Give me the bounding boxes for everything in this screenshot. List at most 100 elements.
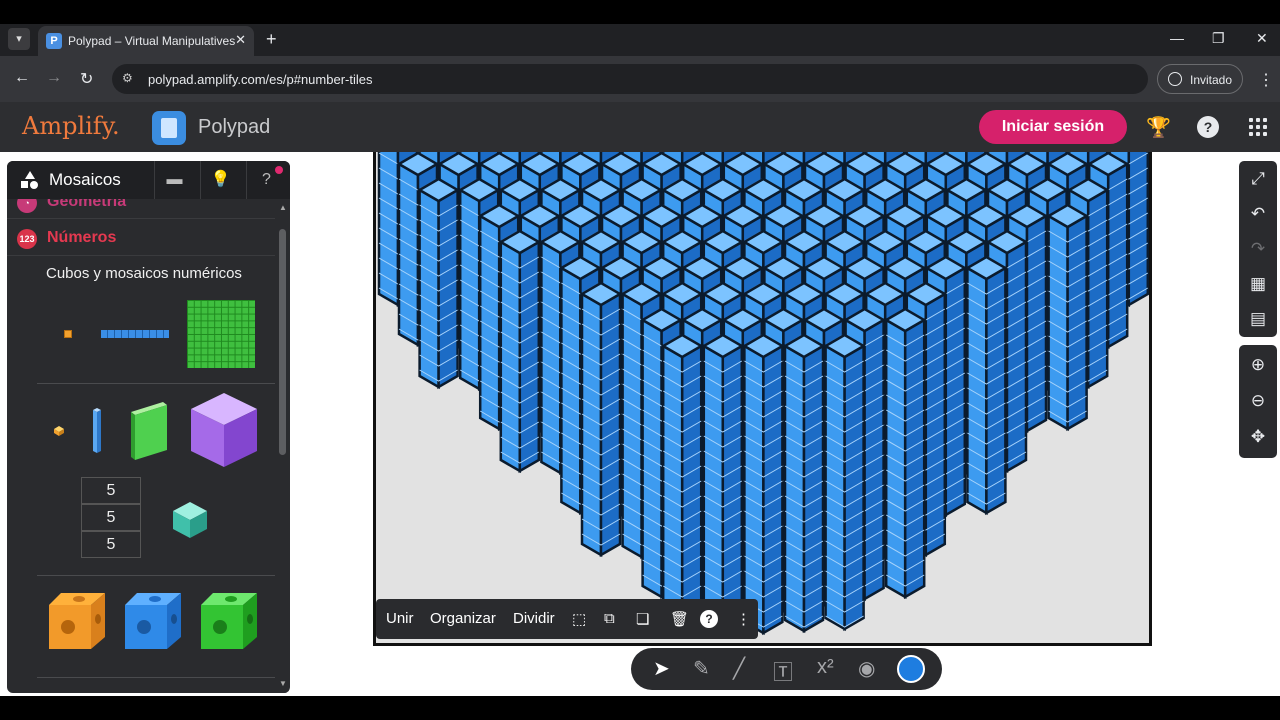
ten-rod-cube[interactable] — [91, 407, 103, 455]
workspace: Mosaicos ▬ 💡 ? ◔ Geometría 123 Números C… — [0, 152, 1280, 696]
divider — [37, 383, 275, 384]
guest-label: Invitado — [1190, 73, 1233, 87]
bottom-bar — [0, 696, 1280, 720]
cube-tower[interactable] — [417, 177, 461, 390]
number-tile-5a[interactable]: 5 — [81, 477, 141, 504]
blue-linking-cube[interactable] — [123, 591, 183, 651]
screen: ▾ P Polypad – Virtual Manipulatives ✕ + … — [0, 0, 1280, 720]
pointer-tool-icon[interactable]: ➤ — [653, 656, 670, 681]
scroll-up-icon[interactable]: ▲ — [279, 203, 287, 212]
close-tab-icon[interactable]: ✕ — [235, 32, 246, 48]
background-image-icon[interactable]: ▤ — [1239, 301, 1277, 337]
polypad-favicon-icon: P — [46, 33, 62, 49]
reload-icon[interactable]: ↻ — [80, 69, 93, 89]
grid-icon[interactable]: ▦ — [1239, 266, 1277, 302]
duplicate-icon[interactable]: ❏ — [636, 610, 649, 628]
orange-linking-cube[interactable] — [47, 591, 107, 651]
sidebar-title[interactable]: Mosaicos — [49, 170, 121, 190]
apps-grid-icon[interactable] — [1249, 118, 1267, 136]
notification-dot — [275, 166, 283, 174]
organize-button[interactable]: Organizar — [430, 610, 496, 627]
green-linking-cube[interactable] — [199, 591, 259, 651]
shapes-icon — [21, 171, 39, 189]
cube-tower[interactable] — [498, 229, 542, 474]
teal-cube[interactable] — [171, 500, 209, 540]
fullscreen-icon[interactable]: ⤢ — [1239, 161, 1277, 197]
browser-address-bar: ← → ↻ ⚙ polypad.amplify.com/es/p#number-… — [0, 56, 1280, 102]
tab-search-icon[interactable]: ▾ — [8, 28, 30, 50]
amplify-logo[interactable]: Amplify. — [22, 112, 120, 140]
hundred-flat-tile[interactable] — [187, 300, 255, 368]
unit-tile[interactable] — [64, 330, 72, 338]
join-button[interactable]: Unir — [386, 610, 414, 627]
cube-tower[interactable] — [741, 333, 785, 636]
equation-tool-icon[interactable]: x² — [817, 656, 834, 679]
cube-tower[interactable] — [782, 333, 826, 634]
cube-tower[interactable] — [964, 255, 1008, 516]
window-close-icon[interactable]: ✕ — [1256, 30, 1268, 47]
minimize-icon[interactable]: — — [1170, 30, 1184, 46]
more-options-icon[interactable]: ⋮ — [736, 610, 751, 628]
group-icon[interactable]: ⧉ — [604, 610, 615, 627]
polypad-canvas[interactable] — [373, 152, 1152, 646]
subcategory-title: Cubos y mosaicos numéricos — [46, 265, 242, 282]
action-help-icon[interactable]: ? — [700, 610, 718, 628]
cube-tower[interactable] — [579, 281, 623, 558]
unit-cube[interactable] — [53, 425, 65, 437]
ten-rod-tile[interactable] — [101, 330, 169, 338]
trophy-icon[interactable]: 🏆 — [1146, 115, 1171, 140]
scroll-down-icon[interactable]: ▼ — [279, 679, 287, 688]
browser-tab-bar: ▾ P Polypad – Virtual Manipulatives ✕ + … — [0, 24, 1280, 56]
drawing-toolbar: ➤ ✎ ╱ 🅃 x² ◉ — [631, 648, 942, 690]
category-geometry-label: Geometría — [47, 199, 127, 210]
back-icon[interactable]: ← — [14, 69, 30, 87]
pen-tool-icon[interactable]: ✎ — [693, 656, 710, 681]
zoom-in-icon[interactable]: ⊕ — [1239, 347, 1277, 383]
thousand-cube[interactable] — [189, 391, 259, 469]
signin-button[interactable]: Iniciar sesión — [979, 110, 1127, 144]
line-tool-icon[interactable]: ╱ — [733, 656, 745, 681]
site-settings-icon[interactable]: ⚙ — [122, 71, 133, 85]
undo-icon[interactable]: ↶ — [1239, 196, 1277, 232]
guest-profile-button[interactable]: Invitado — [1157, 64, 1243, 94]
browser-menu-icon[interactable]: ⋮ — [1258, 70, 1274, 90]
browser-tab[interactable]: P Polypad – Virtual Manipulatives ✕ — [38, 26, 254, 56]
sidebar-scroll-thumb[interactable] — [279, 229, 286, 455]
divider — [37, 575, 275, 576]
zoom-out-icon[interactable]: ⊖ — [1239, 383, 1277, 419]
help-icon[interactable]: ? — [1197, 116, 1219, 138]
category-numbers-label: Números — [47, 229, 117, 246]
right-toolbar: ⤢ ↶ ↷ ▦ ▤ — [1239, 161, 1277, 337]
number-tile-5b[interactable]: 5 — [81, 504, 141, 531]
numbers-icon: 123 — [17, 229, 37, 249]
cube-tower[interactable] — [701, 333, 745, 634]
cube-tower[interactable] — [1046, 203, 1090, 432]
select-area-icon[interactable]: ⬚ — [572, 610, 586, 628]
category-numbers[interactable]: 123 Números — [7, 220, 275, 256]
number-tile-5c[interactable]: 5 — [81, 531, 141, 558]
sidebar-scroll-area[interactable]: ◔ Geometría 123 Números Cubos y mosaicos… — [7, 199, 275, 693]
delete-icon[interactable]: 🗑 — [670, 610, 689, 628]
url-input[interactable]: ⚙ polypad.amplify.com/es/p#number-tiles — [112, 64, 1148, 94]
forward-icon[interactable]: → — [46, 69, 62, 87]
geometry-icon: ◔ — [17, 199, 37, 213]
split-button[interactable]: Dividir — [513, 610, 555, 627]
shape-tool-icon[interactable]: ◉ — [858, 656, 875, 681]
tab-title: Polypad – Virtual Manipulatives — [68, 34, 236, 48]
cube-tower[interactable] — [823, 333, 867, 632]
cube-tower[interactable] — [660, 333, 704, 632]
color-picker[interactable] — [897, 655, 925, 683]
divider — [37, 677, 275, 678]
hundred-flat-cube[interactable] — [127, 400, 169, 462]
lightbulb-icon[interactable]: 💡 — [200, 161, 240, 199]
new-tab-icon[interactable]: + — [266, 29, 277, 50]
restore-icon[interactable]: ❐ — [1212, 30, 1225, 47]
cube-towers[interactable] — [376, 152, 1149, 646]
pan-move-icon[interactable]: ✥ — [1239, 419, 1277, 455]
text-tool-icon[interactable]: 🅃 — [773, 656, 793, 685]
sidebar-header: Mosaicos ▬ 💡 ? — [7, 161, 290, 199]
folder-icon[interactable]: ▬ — [154, 161, 194, 199]
category-geometry[interactable]: ◔ Geometría — [7, 199, 275, 219]
cube-tower[interactable] — [883, 307, 927, 600]
redo-icon[interactable]: ↷ — [1239, 231, 1277, 267]
